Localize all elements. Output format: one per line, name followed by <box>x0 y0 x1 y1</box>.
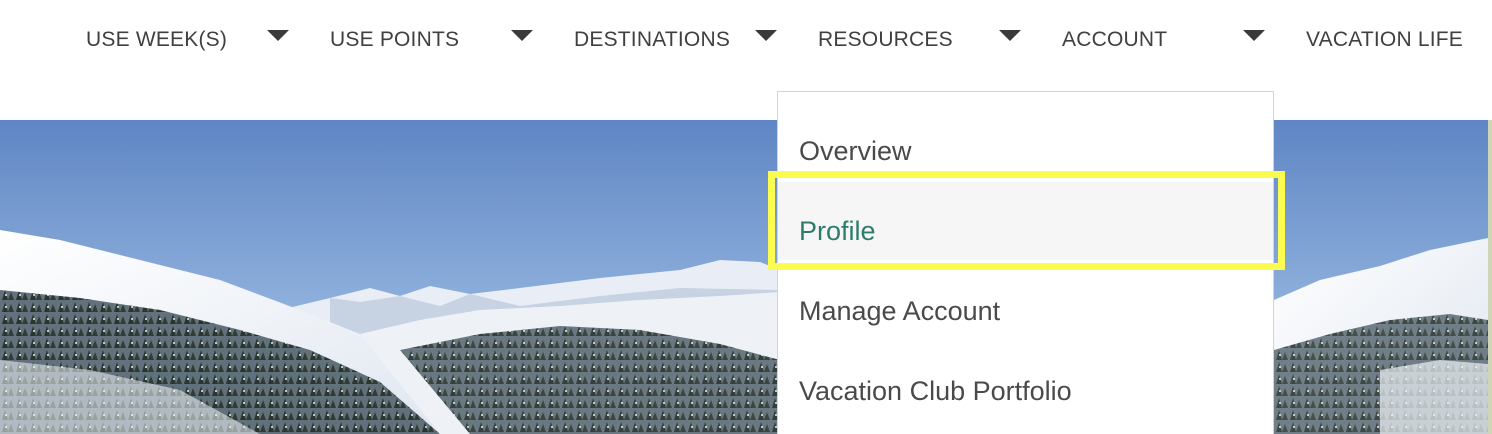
chevron-down-icon[interactable] <box>267 30 289 41</box>
menu-item-label: Profile <box>799 216 876 246</box>
nav-use-weeks[interactable]: USE WEEK(S) <box>86 28 227 52</box>
hero-edge <box>1488 120 1492 434</box>
nav-use-points[interactable]: USE POINTS <box>330 28 459 52</box>
nav-destinations[interactable]: DESTINATIONS <box>574 28 730 52</box>
menu-item-label: Overview <box>799 136 912 166</box>
menu-item-manage-account[interactable]: Manage Account <box>778 262 1273 340</box>
chevron-down-icon[interactable] <box>755 30 777 41</box>
main-nav: USE WEEK(S) USE POINTS DESTINATIONS RESO… <box>0 0 1492 80</box>
menu-item-vacation-club-portfolio[interactable]: Vacation Club Portfolio <box>778 342 1273 420</box>
chevron-down-icon[interactable] <box>511 30 533 41</box>
menu-item-overview[interactable]: Overview <box>778 102 1273 180</box>
nav-account[interactable]: ACCOUNT <box>1062 28 1167 52</box>
menu-item-label: Manage Account <box>799 296 1001 326</box>
account-dropdown-menu: Overview Profile Manage Account Vacation… <box>777 91 1274 434</box>
nav-resources[interactable]: RESOURCES <box>818 28 953 52</box>
menu-item-label: Vacation Club Portfolio <box>799 376 1072 406</box>
nav-vacation-life[interactable]: VACATION LIFE <box>1306 28 1463 52</box>
chevron-down-icon[interactable] <box>999 30 1021 41</box>
menu-item-profile[interactable]: Profile <box>778 182 1273 260</box>
chevron-down-icon[interactable] <box>1243 30 1265 41</box>
